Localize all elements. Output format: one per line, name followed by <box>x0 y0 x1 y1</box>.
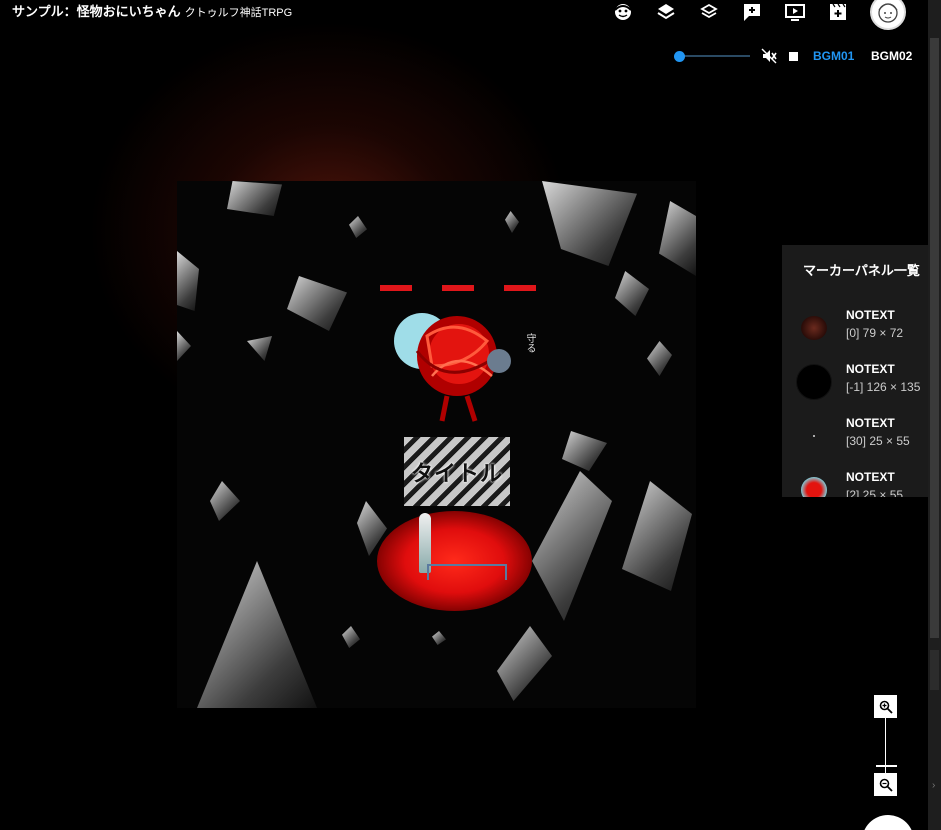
red-tag <box>504 285 536 291</box>
layers-outline-icon[interactable] <box>696 0 722 24</box>
bgm-bar: BGM01 BGM02 <box>672 44 928 68</box>
rock-shard <box>210 481 240 521</box>
zoom-out-button[interactable] <box>874 773 897 796</box>
scrollbar-thumb[interactable] <box>930 38 939 638</box>
zoom-out-icon <box>879 778 893 792</box>
rock-shard <box>432 631 446 645</box>
volume-slider[interactable] <box>676 55 750 57</box>
rock-shard <box>562 431 607 471</box>
vertical-scrollbar[interactable] <box>928 0 941 830</box>
stop-button[interactable] <box>789 52 798 61</box>
marker-name: NOTEXT <box>846 416 895 430</box>
rock-shard <box>247 336 272 361</box>
mute-icon[interactable] <box>761 48 777 69</box>
marker-size: [0] 79 × 72 <box>846 326 904 340</box>
rock-shard <box>342 626 360 648</box>
marker-list-item[interactable]: NOTEXT [2] 25 × 55 <box>782 470 928 497</box>
zoom-in-button[interactable] <box>874 695 897 718</box>
room-title: サンプル：怪物おにいちゃん クトゥルフ神話TRPG <box>12 1 292 20</box>
top-bar: サンプル：怪物おにいちゃん クトゥルフ神話TRPG <box>0 0 928 30</box>
marker-panel-header: マーカーパネル一覧 <box>803 263 920 278</box>
rock-shard <box>505 211 519 233</box>
marker-thumbnail <box>794 362 834 402</box>
volume-slider-knob[interactable] <box>674 51 685 62</box>
rock-shard <box>177 251 199 311</box>
marker-name: NOTEXT <box>846 470 895 484</box>
marker-thumbnail <box>794 308 834 348</box>
rock-shard <box>287 276 347 331</box>
red-tag <box>380 285 412 291</box>
rock-shard <box>659 201 696 276</box>
marker-size: [2] 25 × 55 <box>846 488 904 497</box>
scene-icon[interactable] <box>825 0 851 24</box>
rock-shard <box>542 181 637 266</box>
chevron-right-icon[interactable]: › <box>932 780 935 791</box>
red-glow <box>377 511 532 611</box>
face-icon[interactable] <box>610 0 636 24</box>
rock-shard <box>497 626 552 701</box>
rock-shard <box>349 216 367 238</box>
zoom-in-icon <box>879 700 893 714</box>
rock-shard <box>647 341 672 376</box>
marker-size: [30] 25 × 55 <box>846 434 910 448</box>
title-panel-text: タイトル <box>410 460 503 486</box>
play-screen-icon[interactable] <box>782 0 808 24</box>
rock-shard <box>177 331 191 361</box>
marker-list-item[interactable]: NOTEXT [30] 25 × 55 <box>782 416 928 470</box>
rock-shard <box>615 271 649 316</box>
rock-shard <box>227 181 282 216</box>
marker-size: [-1] 126 × 135 <box>846 380 921 394</box>
side-caption: 守る <box>524 333 535 353</box>
add-note-icon[interactable] <box>739 0 765 24</box>
title-panel[interactable]: タイトル <box>404 437 510 506</box>
rock-shard <box>532 471 612 621</box>
monster-illustration <box>387 296 527 426</box>
red-tag <box>442 285 474 291</box>
bgm01-button[interactable]: BGM01 <box>813 49 854 63</box>
rock-shard <box>197 561 317 708</box>
layers-icon[interactable] <box>653 0 679 24</box>
zoom-handle[interactable] <box>876 765 897 767</box>
rock-shard <box>622 481 692 591</box>
marker-thumbnail <box>794 416 834 456</box>
room-title-text: サンプル：怪物おにいちゃん <box>12 4 181 19</box>
user-avatar[interactable] <box>870 0 906 30</box>
scrollbar-track-segment <box>930 650 939 690</box>
room-subtitle: クトゥルフ神話TRPG <box>184 7 293 19</box>
marker-thumbnail <box>794 470 834 497</box>
bench-illustration <box>427 564 507 580</box>
stage-image[interactable]: 守る タイトル <box>177 181 696 708</box>
bgm02-button[interactable]: BGM02 <box>871 49 912 63</box>
marker-list-item[interactable]: NOTEXT [-1] 126 × 135 <box>782 362 928 416</box>
marker-name: NOTEXT <box>846 308 895 322</box>
marker-name: NOTEXT <box>846 362 895 376</box>
marker-panel-list: マーカーパネル一覧 NOTEXT [0] 79 × 72 NOTEXT [-1]… <box>782 245 928 497</box>
marker-list-item[interactable]: NOTEXT [0] 79 × 72 <box>782 308 928 362</box>
